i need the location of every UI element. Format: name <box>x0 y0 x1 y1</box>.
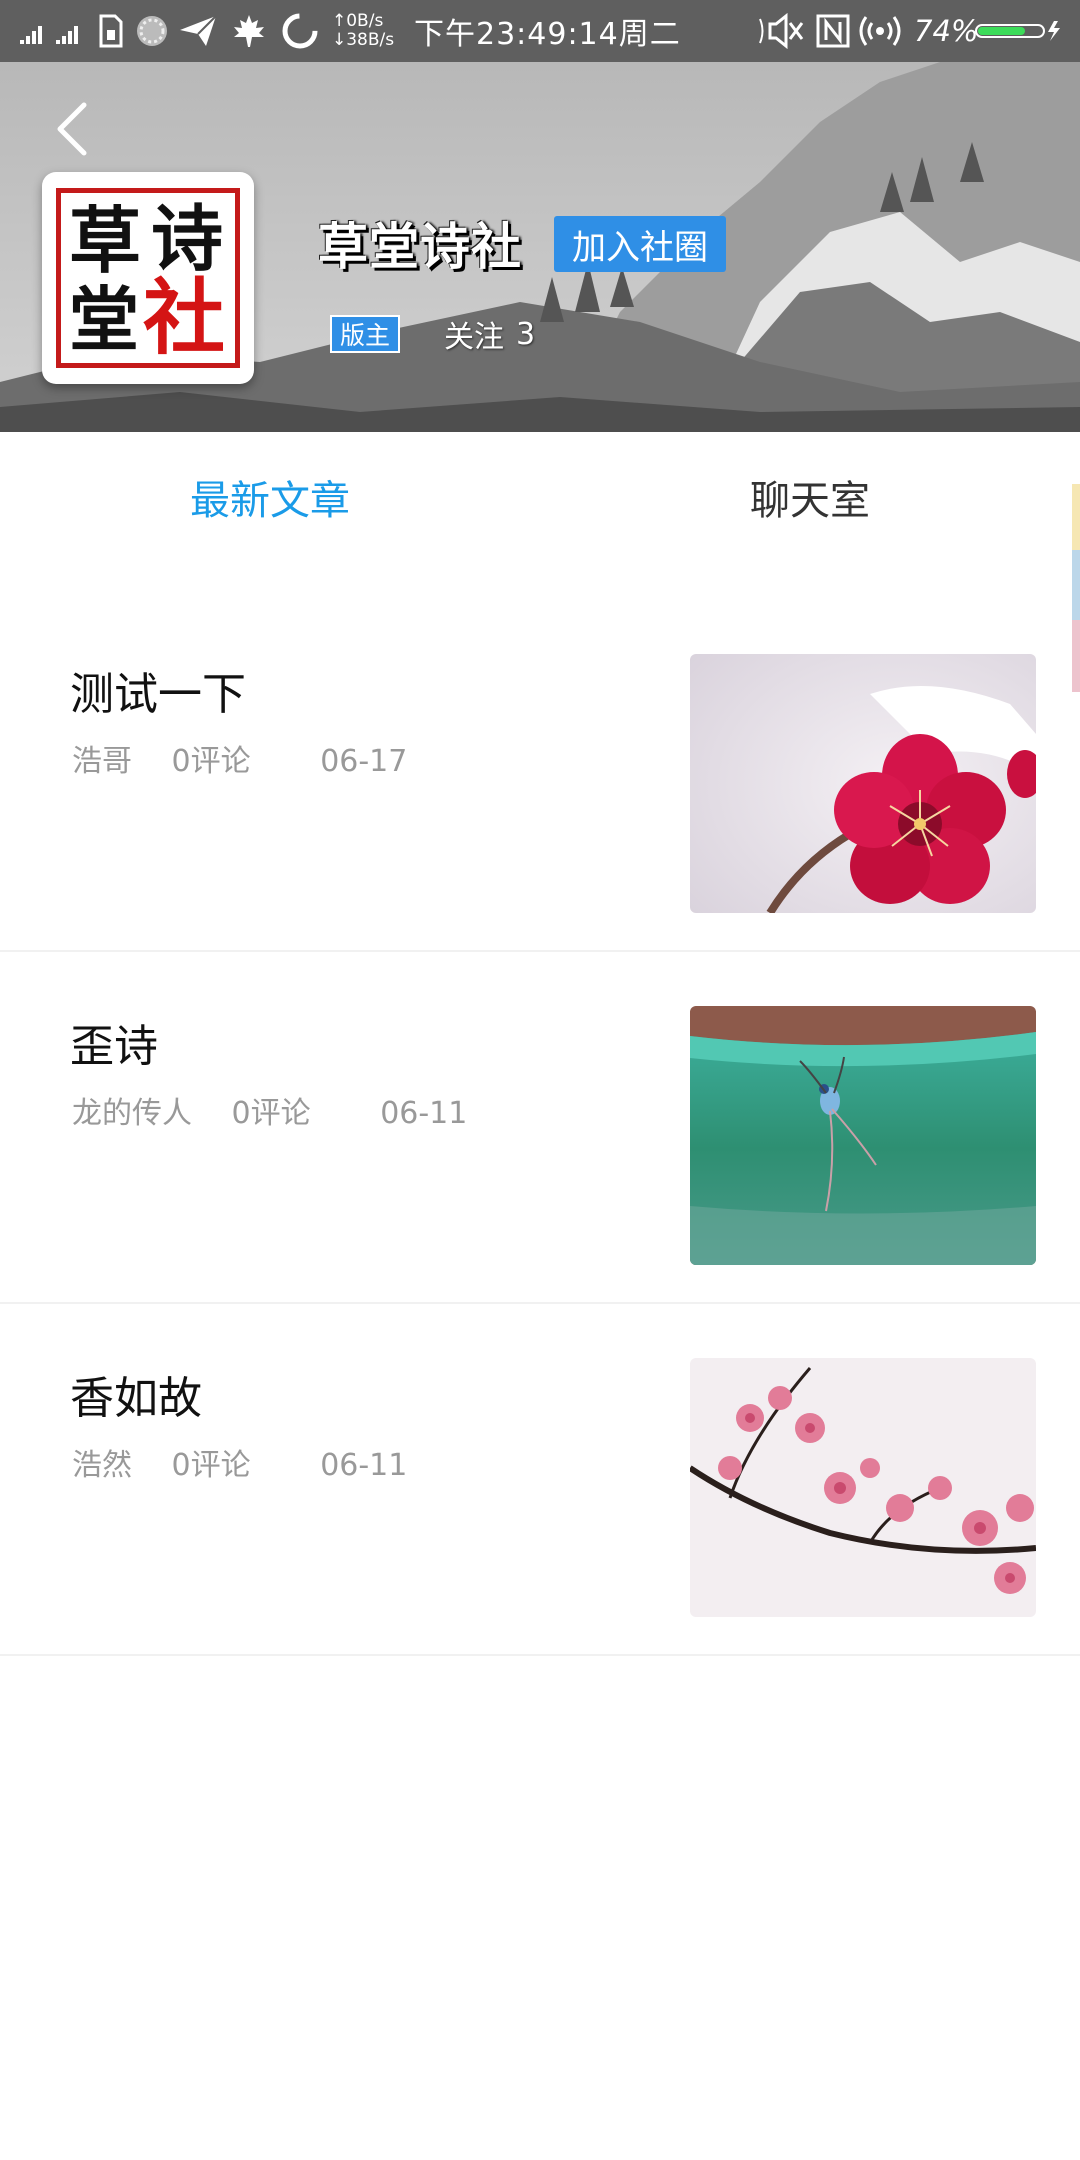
owner-badge: 版主 <box>330 315 400 353</box>
article-title: 香如故 <box>70 1373 202 1424</box>
net-up: ↑0B/s <box>332 11 384 31</box>
maple-leaf-icon <box>230 0 268 62</box>
community-header: 草 诗 堂 社 草堂诗社 加入社圈 版主 关注 3 <box>0 62 1080 432</box>
article-date: 06-11 <box>320 1448 408 1483</box>
article-meta: 龙的传人 0评论 06-11 <box>72 1088 467 1132</box>
sync-ring-icon <box>280 0 320 62</box>
article-item[interactable]: 歪诗 龙的传人 0评论 06-11 <box>0 952 1080 1304</box>
follow-info[interactable]: 关注 3 <box>444 315 536 356</box>
tab-latest-articles[interactable]: 最新文章 <box>0 432 540 562</box>
network-speed: ↑0B/s ↓38B/s <box>332 0 394 62</box>
article-thumbnail-insect-on-green-pot <box>690 1006 1036 1265</box>
article-date: 06-17 <box>320 744 408 779</box>
article-item[interactable]: 香如故 浩然 0评论 06-11 <box>0 1304 1080 1656</box>
logo-char-1: 草 <box>69 198 142 283</box>
article-comments: 0评论 <box>171 744 251 779</box>
community-title: 草堂诗社 <box>318 218 522 276</box>
article-author: 浩哥 <box>72 744 132 779</box>
edge-strip-yellow <box>1072 484 1080 550</box>
hotspot-icon <box>858 0 902 62</box>
article-comments: 0评论 <box>171 1448 251 1483</box>
status-time: 下午23:49:14周二 <box>414 17 681 52</box>
article-title: 测试一下 <box>70 669 246 720</box>
article-author: 浩然 <box>72 1448 132 1483</box>
battery-percent: 74% <box>914 14 979 48</box>
article-list: 测试一下 浩哥 0评论 06-17 歪诗 龙的传人 0评论 06-11 香如故 … <box>0 600 1080 1656</box>
status-bar: ↑0B/s ↓38B/s 下午23:49:14周二 74% <box>0 0 1080 62</box>
back-button[interactable] <box>42 94 102 164</box>
back-arrow-icon <box>57 102 87 156</box>
battery-icon <box>974 0 1064 62</box>
nfc-icon <box>816 0 850 62</box>
article-thumbnail-red-plum-blossom <box>690 654 1036 913</box>
sim-icon <box>98 0 124 62</box>
article-author: 龙的传人 <box>72 1096 192 1131</box>
community-logo: 草 诗 堂 社 <box>42 172 254 384</box>
follow-label: 关注 <box>444 320 504 355</box>
join-community-button[interactable]: 加入社圈 <box>554 216 726 272</box>
article-meta: 浩哥 0评论 06-17 <box>72 736 407 780</box>
article-title: 歪诗 <box>70 1021 158 1072</box>
article-meta: 浩然 0评论 06-11 <box>72 1440 407 1484</box>
article-item[interactable]: 测试一下 浩哥 0评论 06-17 <box>0 600 1080 952</box>
logo-char-3: 堂 <box>69 278 139 361</box>
article-thumbnail-pink-plum-branch <box>690 1358 1036 1617</box>
signal-icon <box>20 0 90 62</box>
mute-icon <box>756 0 808 62</box>
logo-seal: 草 诗 堂 社 <box>56 188 240 368</box>
article-comments: 0评论 <box>231 1096 311 1131</box>
tab-chat-room[interactable]: 聊天室 <box>540 432 1080 562</box>
article-date: 06-11 <box>380 1096 468 1131</box>
logo-char-4: 社 <box>143 270 226 366</box>
tab-bar: 最新文章 聊天室 <box>0 432 1080 562</box>
logo-char-2: 诗 <box>151 196 224 281</box>
follow-count: 3 <box>516 316 536 352</box>
paper-plane-icon <box>178 0 218 62</box>
loading-icon <box>134 0 170 62</box>
net-down: ↓38B/s <box>332 30 395 50</box>
